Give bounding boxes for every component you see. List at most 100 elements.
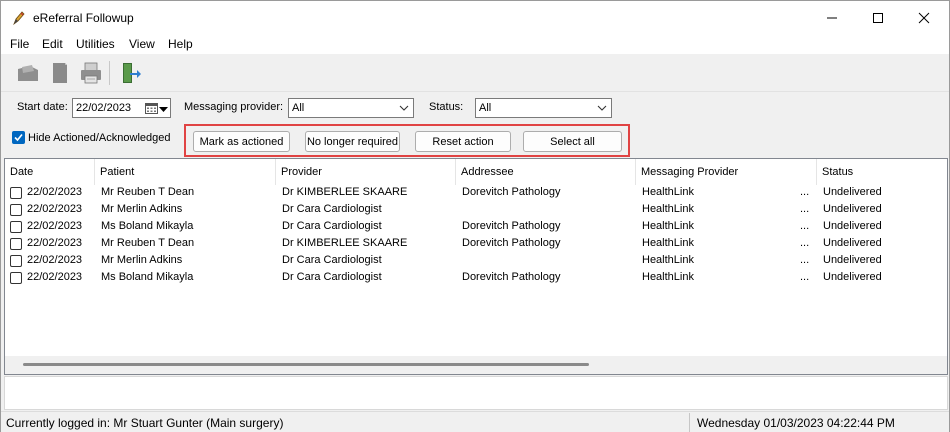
- cell-patient: Mr Merlin Adkins: [101, 203, 183, 215]
- messaging-provider-label: Messaging provider:: [184, 101, 284, 113]
- column-date[interactable]: Date: [5, 159, 95, 185]
- window-title: eReferral Followup: [33, 11, 134, 25]
- cell-status: Undelivered: [823, 220, 882, 232]
- cell-addressee: Dorevitch Pathology: [462, 220, 561, 232]
- cell-addressee: Dorevitch Pathology: [462, 271, 561, 283]
- horizontal-scrollbar[interactable]: [5, 356, 947, 374]
- messaging-provider-value: All: [292, 102, 305, 114]
- status-separator: [689, 413, 690, 432]
- chevron-down-icon: [398, 102, 410, 114]
- app-window: eReferral Followup File Edit Utilities V…: [0, 0, 950, 432]
- cell-status: Undelivered: [823, 237, 882, 249]
- cell-patient: Mr Merlin Adkins: [101, 254, 183, 266]
- row-checkbox[interactable]: [10, 238, 22, 250]
- no-longer-required-button[interactable]: No longer required: [305, 131, 400, 152]
- cell-provider: Dr Cara Cardiologist: [282, 254, 382, 266]
- chevron-down-icon: [596, 102, 608, 114]
- cell-addressee: Dorevitch Pathology: [462, 186, 561, 198]
- table-row[interactable]: 22/02/2023 Mr Merlin Adkins Dr Cara Card…: [5, 202, 947, 219]
- table-row[interactable]: 22/02/2023 Ms Boland Mikayla Dr Cara Car…: [5, 219, 947, 236]
- maximize-button[interactable]: [855, 1, 901, 35]
- logged-in-text: Currently logged in: Mr Stuart Gunter (M…: [6, 416, 284, 430]
- start-date-picker[interactable]: 22/02/2023: [72, 98, 171, 118]
- cell-provider: Dr Cara Cardiologist: [282, 203, 382, 215]
- row-checkbox[interactable]: [10, 255, 22, 267]
- menu-file[interactable]: File: [10, 37, 29, 51]
- cell-provider: Dr KIMBERLEE SKAARE: [282, 186, 408, 198]
- menu-bar: File Edit Utilities View Help: [1, 35, 949, 54]
- row-checkbox[interactable]: [10, 272, 22, 284]
- cell-messaging-provider: HealthLink: [642, 237, 694, 249]
- cell-status: Undelivered: [823, 254, 882, 266]
- reset-action-button[interactable]: Reset action: [415, 131, 511, 152]
- close-button[interactable]: [901, 1, 947, 35]
- cell-patient: Mr Reuben T Dean: [101, 186, 195, 198]
- exit-icon[interactable]: [117, 59, 143, 87]
- status-value: All: [479, 102, 492, 114]
- cell-date: 22/02/2023: [27, 203, 83, 215]
- cell-status: Undelivered: [823, 203, 882, 215]
- column-provider[interactable]: Provider: [276, 159, 456, 185]
- title-bar: eReferral Followup: [1, 1, 949, 35]
- app-pen-icon: [11, 10, 27, 26]
- cell-ellipsis[interactable]: ...: [800, 186, 809, 198]
- menu-view[interactable]: View: [129, 37, 155, 51]
- cell-status: Undelivered: [823, 271, 882, 283]
- cell-ellipsis[interactable]: ...: [800, 220, 809, 232]
- column-status[interactable]: Status: [817, 159, 947, 185]
- cell-date: 22/02/2023: [27, 237, 83, 249]
- menu-utilities[interactable]: Utilities: [76, 37, 115, 51]
- calendar-icon[interactable]: [145, 102, 158, 114]
- table-row[interactable]: 22/02/2023 Mr Reuben T Dean Dr KIMBERLEE…: [5, 236, 947, 253]
- row-checkbox[interactable]: [10, 187, 22, 199]
- cell-provider: Dr Cara Cardiologist: [282, 271, 382, 283]
- table-row[interactable]: 22/02/2023 Ms Boland Mikayla Dr Cara Car…: [5, 270, 947, 287]
- mark-as-actioned-button[interactable]: Mark as actioned: [193, 131, 290, 152]
- table-header: Date Patient Provider Addressee Messagin…: [5, 159, 947, 185]
- cell-provider: Dr Cara Cardiologist: [282, 220, 382, 232]
- cell-date: 22/02/2023: [27, 254, 83, 266]
- cell-messaging-provider: HealthLink: [642, 203, 694, 215]
- toolbar-separator: [109, 61, 110, 85]
- select-all-button[interactable]: Select all: [523, 131, 622, 152]
- cell-ellipsis[interactable]: ...: [800, 203, 809, 215]
- scrollbar-thumb[interactable]: [23, 363, 589, 366]
- cell-provider: Dr KIMBERLEE SKAARE: [282, 237, 408, 249]
- print-icon[interactable]: [78, 59, 104, 87]
- menu-help[interactable]: Help: [168, 37, 193, 51]
- cell-ellipsis[interactable]: ...: [800, 254, 809, 266]
- status-select[interactable]: All: [475, 98, 612, 118]
- start-date-label: Start date:: [17, 101, 68, 113]
- start-date-value: 22/02/2023: [76, 102, 132, 114]
- cell-patient: Ms Boland Mikayla: [101, 271, 194, 283]
- referrals-table[interactable]: Date Patient Provider Addressee Messagin…: [4, 158, 948, 375]
- cell-status: Undelivered: [823, 186, 882, 198]
- toolbar: [1, 54, 949, 92]
- messaging-provider-select[interactable]: All: [288, 98, 414, 118]
- cell-messaging-provider: HealthLink: [642, 186, 694, 198]
- cell-addressee: Dorevitch Pathology: [462, 237, 561, 249]
- table-row[interactable]: 22/02/2023 Mr Merlin Adkins Dr Cara Card…: [5, 253, 947, 270]
- column-patient[interactable]: Patient: [95, 159, 276, 185]
- row-checkbox[interactable]: [10, 204, 22, 216]
- document-icon[interactable]: [47, 59, 73, 87]
- cell-date: 22/02/2023: [27, 186, 83, 198]
- letter-icon[interactable]: [15, 59, 41, 87]
- datetime-text: Wednesday 01/03/2023 04:22:44 PM: [697, 416, 895, 430]
- chevron-down-icon[interactable]: [159, 104, 168, 112]
- cell-messaging-provider: HealthLink: [642, 271, 694, 283]
- column-messaging-provider[interactable]: Messaging Provider: [636, 159, 817, 185]
- minimize-button[interactable]: [809, 1, 855, 35]
- column-addressee[interactable]: Addressee: [456, 159, 636, 185]
- row-checkbox[interactable]: [10, 221, 22, 233]
- cell-ellipsis[interactable]: ...: [800, 271, 809, 283]
- cell-patient: Ms Boland Mikayla: [101, 220, 194, 232]
- status-label: Status:: [429, 101, 464, 113]
- hide-actioned-label: Hide Actioned/Acknowledged: [28, 132, 171, 144]
- table-row[interactable]: 22/02/2023 Mr Reuben T Dean Dr KIMBERLEE…: [5, 185, 947, 202]
- cell-messaging-provider: HealthLink: [642, 220, 694, 232]
- checkbox-checked-icon[interactable]: [12, 131, 25, 144]
- status-bar: Currently logged in: Mr Stuart Gunter (M…: [1, 411, 949, 432]
- menu-edit[interactable]: Edit: [42, 37, 63, 51]
- cell-ellipsis[interactable]: ...: [800, 237, 809, 249]
